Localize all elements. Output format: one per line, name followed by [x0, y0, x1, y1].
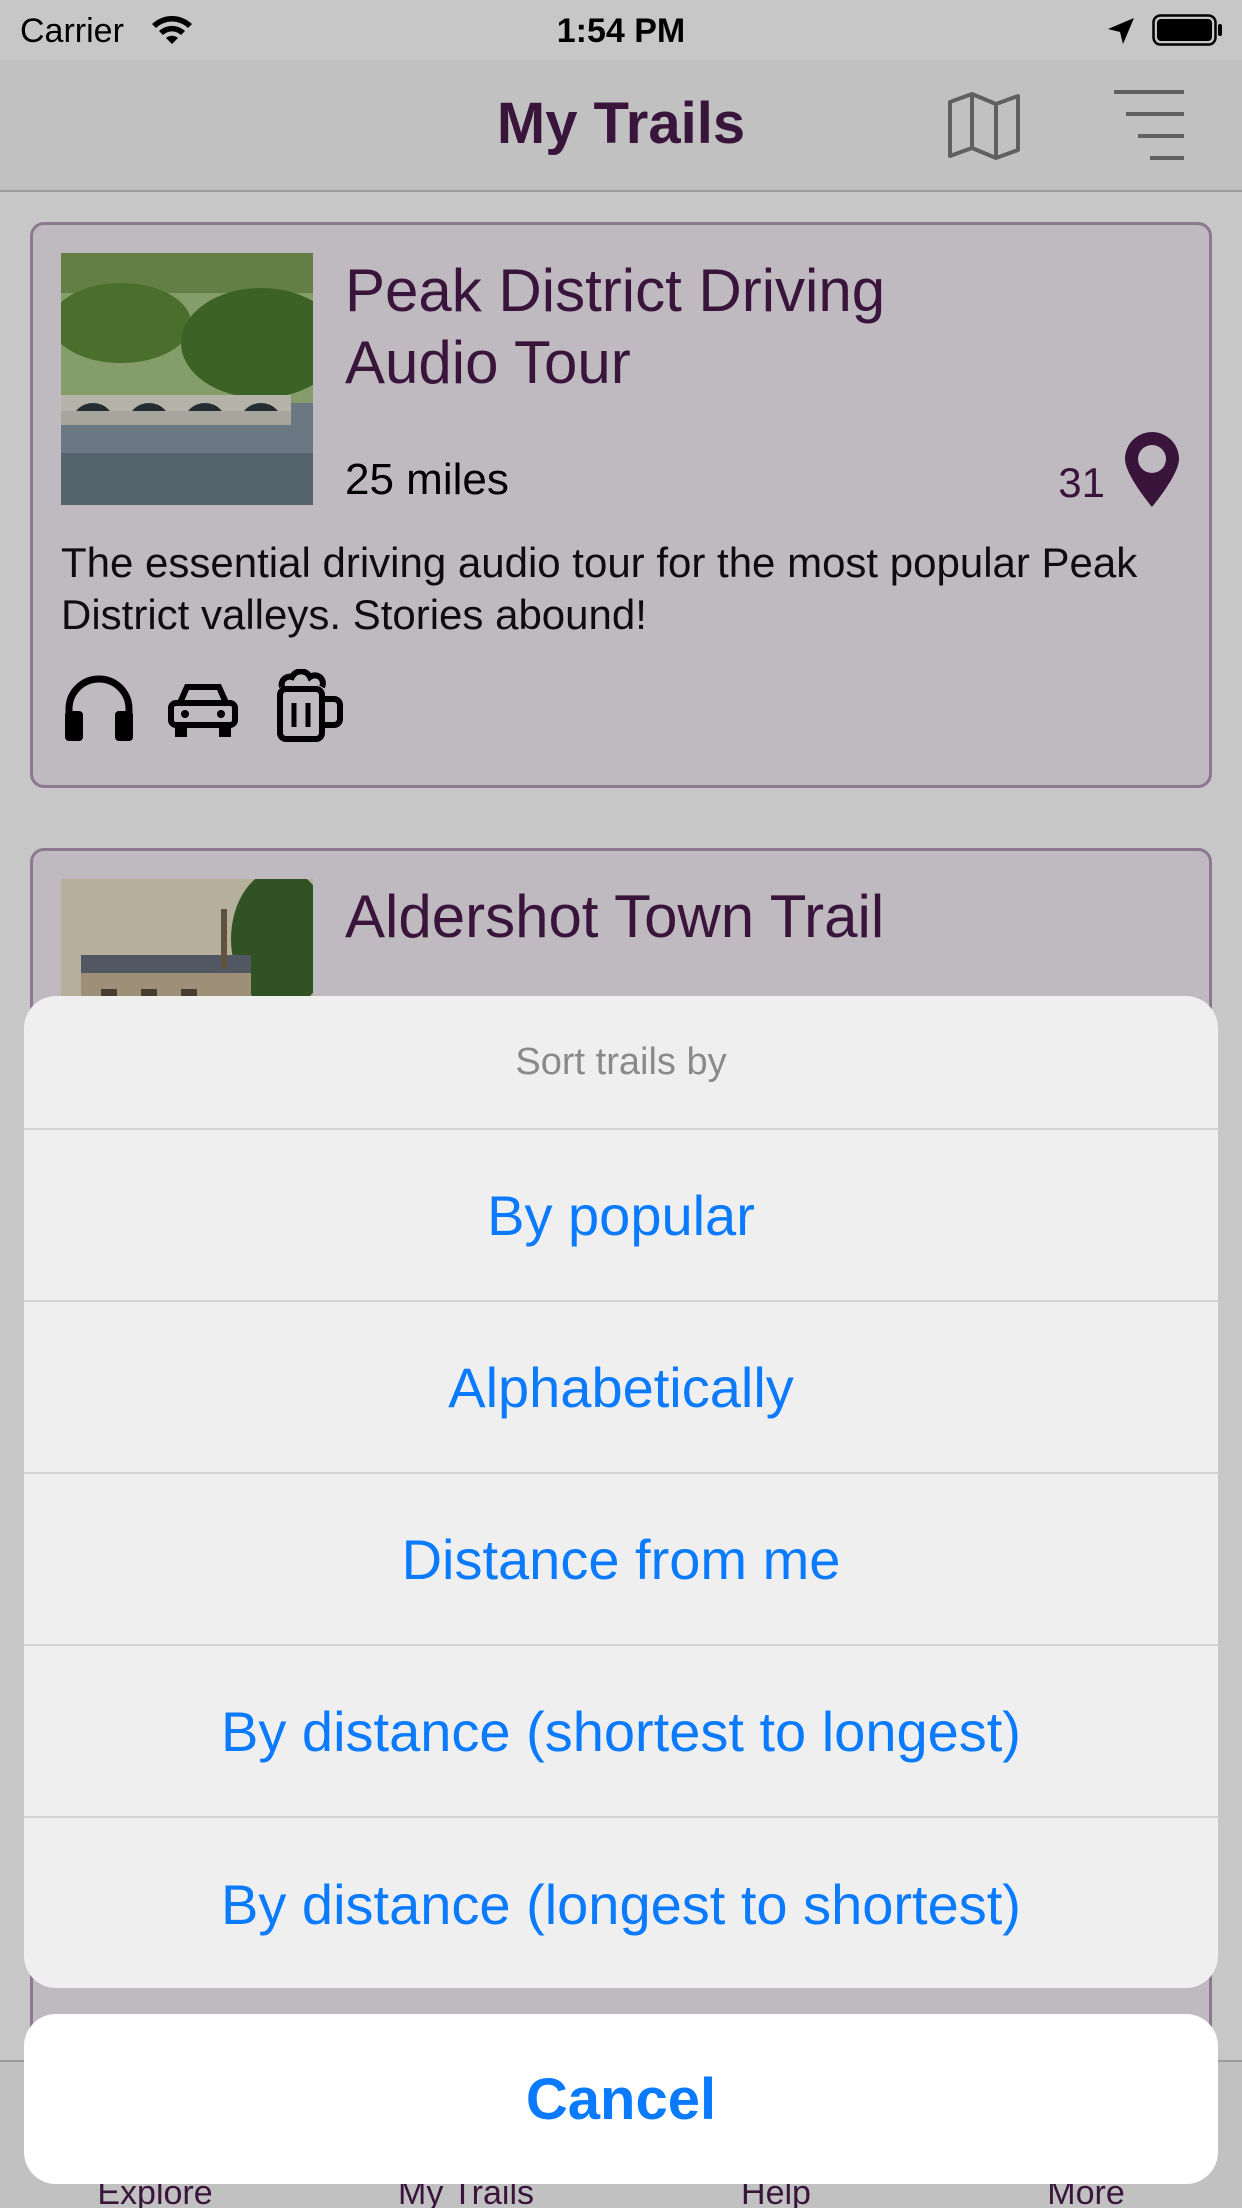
sort-shortest-to-longest-button[interactable]: By distance (shortest to longest) [24, 1646, 1218, 1818]
sort-distance-from-me-button[interactable]: Distance from me [24, 1474, 1218, 1646]
sort-action-sheet: Sort trails by By popular Alphabetically… [24, 996, 1218, 1988]
action-sheet-title: Sort trails by [24, 996, 1218, 1130]
sort-longest-to-shortest-button[interactable]: By distance (longest to shortest) [24, 1818, 1218, 1988]
cancel-button[interactable]: Cancel [24, 2014, 1218, 2184]
sort-alphabetically-button[interactable]: Alphabetically [24, 1302, 1218, 1474]
sort-by-popular-button[interactable]: By popular [24, 1130, 1218, 1302]
